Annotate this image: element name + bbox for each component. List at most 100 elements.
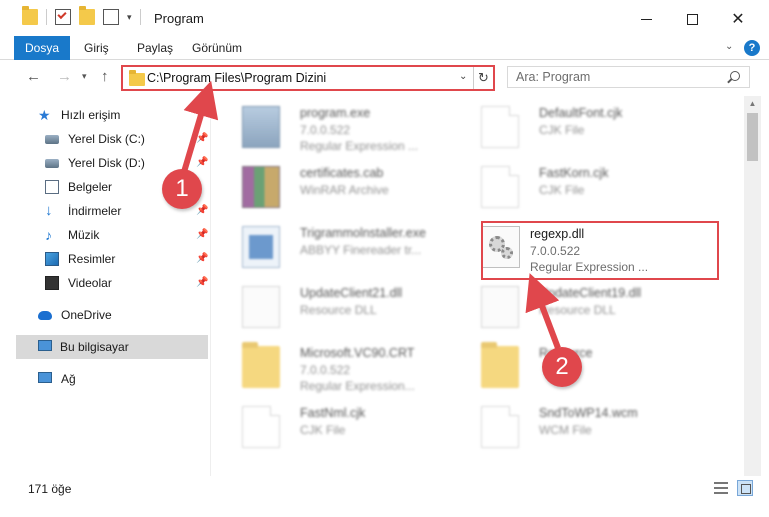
file-name: FastNml.cjk	[300, 406, 366, 420]
dll-icon	[481, 286, 519, 328]
search-placeholder: Ara: Program	[516, 70, 591, 84]
pin-icon[interactable]: 📌	[196, 229, 208, 240]
file-item[interactable]: UpdateClient19.dll Resource DLL	[459, 276, 689, 332]
installer-icon	[242, 226, 280, 268]
sidebar-item-label: Bu bilgisayar	[60, 340, 129, 354]
pin-icon[interactable]: 📌	[196, 133, 208, 144]
folder-icon	[242, 342, 280, 388]
archive-icon	[242, 166, 280, 208]
search-icon[interactable]	[730, 71, 740, 81]
exe-icon	[242, 106, 280, 148]
step-2-badge: 2	[542, 347, 582, 387]
file-type: ABBYY Finereader tr...	[300, 243, 422, 257]
file-type: Regular Expression ...	[300, 139, 419, 153]
back-arrow-icon[interactable]: ←	[26, 68, 41, 85]
minimize-button[interactable]	[623, 0, 669, 38]
search-input[interactable]: Ara: Program	[507, 66, 750, 88]
music-icon: ♪	[45, 227, 52, 243]
file-name: DefaultFont.cjk	[539, 106, 623, 120]
customize-toolbar-icon[interactable]: ▾	[127, 12, 132, 23]
file-item[interactable]: Trigrammolnstaller.exe ABBYY Finereader …	[220, 216, 450, 272]
file-type: CJK File	[300, 423, 346, 437]
navigation-pane: ★ Hızlı erişim Yerel Disk (C:) 📌 Yerel D…	[0, 100, 210, 476]
pin-icon[interactable]: 📌	[196, 157, 208, 168]
sidebar-item-label: Ağ	[61, 372, 76, 386]
properties-check-icon[interactable]	[55, 9, 71, 25]
sidebar-item-label: Hızlı erişim	[61, 108, 121, 122]
sidebar-item-pictures[interactable]: Resimler 📌	[0, 247, 208, 271]
sidebar-item-videos[interactable]: Videolar 📌	[0, 271, 208, 295]
sidebar-item-label: Müzik	[68, 228, 100, 242]
file-icon	[242, 406, 280, 448]
vertical-scrollbar[interactable]: ▲	[744, 96, 761, 476]
tab-share[interactable]: Paylaş	[137, 36, 173, 60]
cloud-icon	[38, 311, 52, 320]
file-type: Regular Expression...	[300, 379, 415, 393]
sidebar-item-label: Yerel Disk (D:)	[68, 156, 145, 170]
navigation-bar: ← → ▾ ↑ C:\Program Files\Program Dizini …	[0, 61, 769, 95]
file-item[interactable]: certificates.cab WinRAR Archive	[220, 156, 450, 212]
maximize-button[interactable]	[669, 0, 715, 38]
up-arrow-icon[interactable]: ↑	[101, 68, 109, 85]
tab-file[interactable]: Dosya	[14, 36, 70, 60]
details-view-icon[interactable]	[714, 482, 728, 494]
dll-icon	[242, 286, 280, 328]
new-folder-icon[interactable]	[79, 6, 95, 25]
file-icon	[481, 106, 519, 148]
pictures-icon	[45, 252, 59, 266]
file-item[interactable]: Microsoft.VC90.CRT 7.0.0.522 Regular Exp…	[220, 336, 450, 393]
expand-ribbon-icon[interactable]: ⌄	[725, 41, 733, 52]
computer-icon	[38, 340, 52, 351]
file-item[interactable]: FastNml.cjk CJK File	[220, 396, 450, 452]
help-icon[interactable]: ?	[744, 40, 760, 56]
file-name: certificates.cab	[300, 166, 384, 180]
toolbar-separator	[139, 9, 141, 25]
refresh-icon[interactable]: ↻	[473, 67, 493, 89]
file-item[interactable]: program.exe 7.0.0.522 Regular Expression…	[220, 96, 450, 153]
file-type: Resource DLL	[539, 303, 616, 317]
file-item[interactable]: UpdateClient21.dll Resource DLL	[220, 276, 450, 332]
sidebar-item-quick-access[interactable]: ★ Hızlı erişim	[0, 103, 208, 127]
drive-icon	[45, 159, 59, 168]
pin-icon[interactable]: 📌	[196, 277, 208, 288]
close-button[interactable]: ✕	[715, 0, 761, 38]
file-type: CJK File	[539, 183, 585, 197]
window-title: Program	[154, 11, 204, 26]
file-icon	[481, 166, 519, 208]
properties-icon[interactable]	[103, 9, 119, 25]
file-type: CJK File	[539, 123, 585, 137]
title-bar: ▾ Program ✕	[0, 0, 769, 38]
sidebar-item-music[interactable]: ♪ Müzik 📌	[0, 223, 208, 247]
recent-locations-chevron-icon[interactable]: ▾	[82, 71, 87, 82]
pane-divider[interactable]	[210, 96, 211, 476]
pin-icon[interactable]: 📌	[196, 205, 208, 216]
large-icons-view-icon[interactable]	[737, 480, 753, 496]
file-item[interactable]: DefaultFont.cjk CJK File	[459, 96, 689, 152]
file-item[interactable]: SndToWP14.wcm WCM File	[459, 396, 689, 452]
tab-home[interactable]: Giriş	[84, 36, 109, 60]
file-item[interactable]: FastKorn.cjk CJK File	[459, 156, 689, 212]
file-type: WCM File	[539, 423, 592, 437]
file-name: SndToWP14.wcm	[539, 406, 638, 420]
sidebar-item-local-disk-c[interactable]: Yerel Disk (C:) 📌	[0, 127, 208, 151]
sidebar-item-this-pc[interactable]: Bu bilgisayar	[16, 335, 208, 359]
sidebar-item-onedrive[interactable]: OneDrive	[0, 303, 208, 327]
download-icon: ↓	[45, 202, 53, 219]
file-list: program.exe 7.0.0.522 Regular Expression…	[212, 96, 744, 476]
forward-arrow-icon[interactable]: →	[57, 68, 72, 85]
scroll-up-icon[interactable]: ▲	[744, 98, 761, 110]
file-icon	[481, 406, 519, 448]
pin-icon[interactable]: 📌	[196, 253, 208, 264]
sidebar-item-label: Videolar	[68, 276, 112, 290]
sidebar-item-network[interactable]: Ağ	[0, 367, 208, 391]
address-bar[interactable]: C:\Program Files\Program Dizini ⌄ ↻	[121, 65, 495, 91]
file-version: 7.0.0.522	[300, 363, 351, 377]
close-icon: ✕	[731, 11, 745, 28]
tab-view[interactable]: Görünüm	[192, 36, 242, 60]
address-path[interactable]: C:\Program Files\Program Dizini	[147, 71, 326, 85]
drive-icon	[45, 135, 59, 144]
folder-icon	[22, 6, 38, 25]
address-dropdown-icon[interactable]: ⌄	[459, 71, 467, 82]
ribbon-tabs: Dosya Giriş Paylaş Görünüm ⌄ ?	[0, 36, 769, 60]
scrollbar-thumb[interactable]	[747, 113, 758, 161]
